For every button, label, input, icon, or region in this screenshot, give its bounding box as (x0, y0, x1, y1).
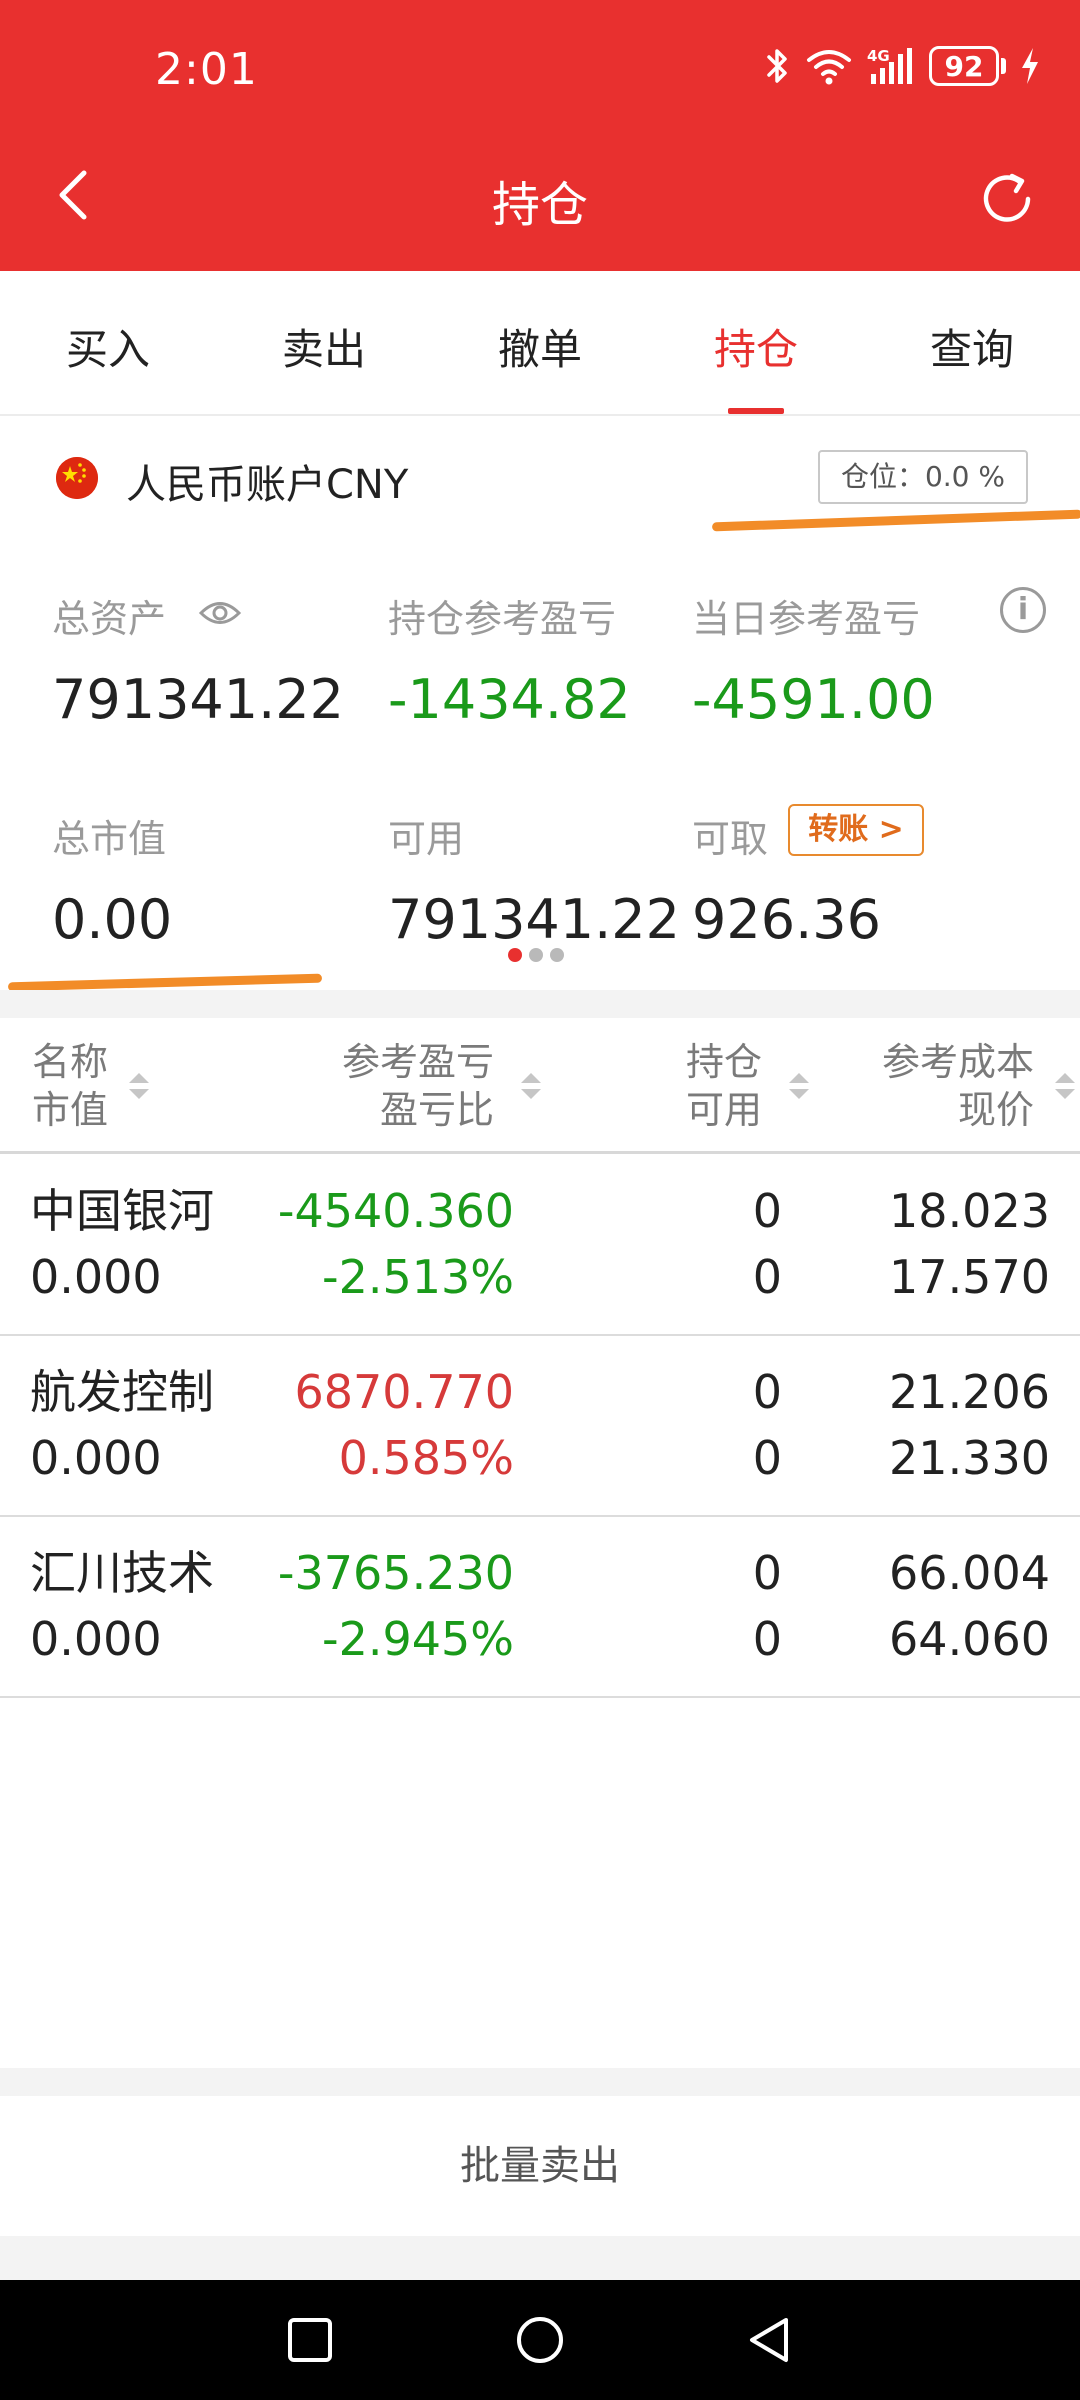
stock-name: 航发控制 (30, 1365, 214, 1419)
page-indicator (508, 948, 564, 962)
stock-name: 中国银河 (30, 1184, 214, 1238)
holding-pl-label: 持仓参考盈亏 (388, 597, 617, 641)
stock-pl-ratio: -2.945% (322, 1612, 514, 1666)
col-available-label: 可用 (685, 1088, 762, 1132)
table-row[interactable]: 汇川技术 0.000 -3765.230 -2.945% 0 0 66.004 … (0, 1518, 1080, 1698)
tab-buy[interactable]: 买入 (0, 271, 216, 414)
bluetooth-icon (767, 49, 787, 83)
daily-pl-value: -4591.00 (692, 668, 935, 731)
recent-apps-icon[interactable] (282, 2312, 338, 2368)
battery-level: 92 (929, 46, 999, 86)
stock-current-price: 21.330 (889, 1431, 1050, 1485)
status-time: 2:01 (155, 44, 258, 95)
stock-holding: 0 (752, 1546, 782, 1600)
col-pl-header[interactable]: 参考盈亏 盈亏比 (342, 1038, 494, 1134)
market-value-value: 0.00 (52, 888, 173, 951)
col-holding-header[interactable]: 持仓 可用 (686, 1038, 762, 1134)
sort-icon[interactable] (786, 1068, 812, 1104)
tab-query[interactable]: 查询 (864, 271, 1080, 414)
available-value: 791341.22 (388, 888, 681, 951)
market-value-label: 总市值 (52, 817, 167, 861)
stock-available: 0 (752, 1250, 782, 1304)
page-dot (529, 948, 543, 962)
highlight-mark (7, 973, 323, 992)
col-market-value-label: 市值 (32, 1088, 109, 1132)
stock-pl-ratio: -2.513% (322, 1250, 514, 1304)
total-assets-value: 791341.22 (52, 668, 345, 731)
withdrawable-value: 926.36 (692, 888, 881, 951)
tab-positions[interactable]: 持仓 (648, 271, 864, 414)
holding-pl-value: -1434.82 (388, 668, 631, 731)
refresh-icon[interactable] (976, 168, 1038, 230)
stock-ref-cost: 21.206 (889, 1365, 1050, 1419)
section-divider (0, 990, 1080, 1018)
page-dot (508, 948, 522, 962)
stock-holding: 0 (752, 1184, 782, 1238)
battery-tip (1001, 58, 1006, 74)
account-row: 人民币账户CNY 仓位：0.0 % (0, 440, 1080, 520)
col-holding-label: 持仓 (685, 1040, 762, 1084)
positions-table-header: 名称 市值 参考盈亏 盈亏比 持仓 可用 参考成本 现价 (0, 1018, 1080, 1154)
system-nav-bar (0, 2280, 1080, 2400)
withdrawable-label: 可取 (692, 817, 769, 861)
stock-ref-pl: 6870.770 (294, 1365, 515, 1419)
position-ratio-badge: 仓位：0.0 % (818, 450, 1028, 504)
sort-icon[interactable] (126, 1068, 152, 1104)
stock-pl-ratio: 0.585% (338, 1431, 514, 1485)
wifi-icon (807, 50, 851, 85)
col-price-header[interactable]: 参考成本 现价 (882, 1038, 1034, 1134)
sort-icon[interactable] (518, 1068, 544, 1104)
eye-icon[interactable] (198, 598, 242, 628)
col-name-label: 名称 (32, 1040, 109, 1084)
stock-market-value: 0.000 (30, 1612, 162, 1666)
stock-ref-pl: -4540.360 (277, 1184, 514, 1238)
stock-available: 0 (752, 1612, 782, 1666)
table-row[interactable]: 航发控制 0.000 6870.770 0.585% 0 0 21.206 21… (0, 1337, 1080, 1517)
charging-icon (1022, 48, 1038, 84)
stock-holding: 0 (752, 1365, 782, 1419)
tab-sell[interactable]: 卖出 (216, 271, 432, 414)
stock-market-value: 0.000 (30, 1431, 162, 1485)
col-name-header[interactable]: 名称 市值 (32, 1038, 108, 1134)
sort-icon[interactable] (1052, 1068, 1078, 1104)
col-pl-ratio-label: 盈亏比 (379, 1088, 494, 1132)
china-flag-icon (56, 457, 98, 499)
info-icon[interactable]: i (1000, 587, 1046, 633)
status-icons: 4G 92 (765, 46, 1040, 86)
stock-ref-pl: -3765.230 (277, 1546, 514, 1600)
col-current-price-label: 现价 (957, 1088, 1034, 1132)
app-header: 2:01 4G 92 持仓 (0, 0, 1080, 271)
stock-ref-cost: 18.023 (889, 1184, 1050, 1238)
trade-tabs: 买入 卖出 撤单 持仓 查询 (0, 271, 1080, 416)
batch-sell-button[interactable]: 批量卖出 (0, 2096, 1080, 2236)
transfer-button[interactable]: 转账 > (788, 804, 924, 856)
signal-4g-icon: 4G (867, 47, 912, 84)
stock-market-value: 0.000 (30, 1250, 162, 1304)
col-ref-cost-label: 参考成本 (881, 1040, 1034, 1084)
stock-available: 0 (752, 1431, 782, 1485)
table-row[interactable]: 中国银河 0.000 -4540.360 -2.513% 0 0 18.023 … (0, 1156, 1080, 1336)
back-nav-icon[interactable] (742, 2312, 798, 2368)
svg-text:4G: 4G (867, 47, 890, 65)
total-assets-label: 总资产 (52, 597, 167, 641)
stock-ref-cost: 66.004 (889, 1546, 1050, 1600)
col-ref-pl-label: 参考盈亏 (341, 1040, 494, 1084)
battery-indicator: 92 (929, 46, 1006, 86)
account-name: 人民币账户CNY (126, 462, 409, 508)
stock-name: 汇川技术 (30, 1546, 214, 1600)
stock-current-price: 17.570 (889, 1250, 1050, 1304)
stock-current-price: 64.060 (889, 1612, 1050, 1666)
tab-cancel-order[interactable]: 撤单 (432, 271, 648, 414)
daily-pl-label: 当日参考盈亏 (692, 597, 921, 641)
page-title: 持仓 (491, 177, 588, 233)
home-icon[interactable] (512, 2312, 568, 2368)
available-label: 可用 (388, 817, 465, 861)
page-dot (550, 948, 564, 962)
